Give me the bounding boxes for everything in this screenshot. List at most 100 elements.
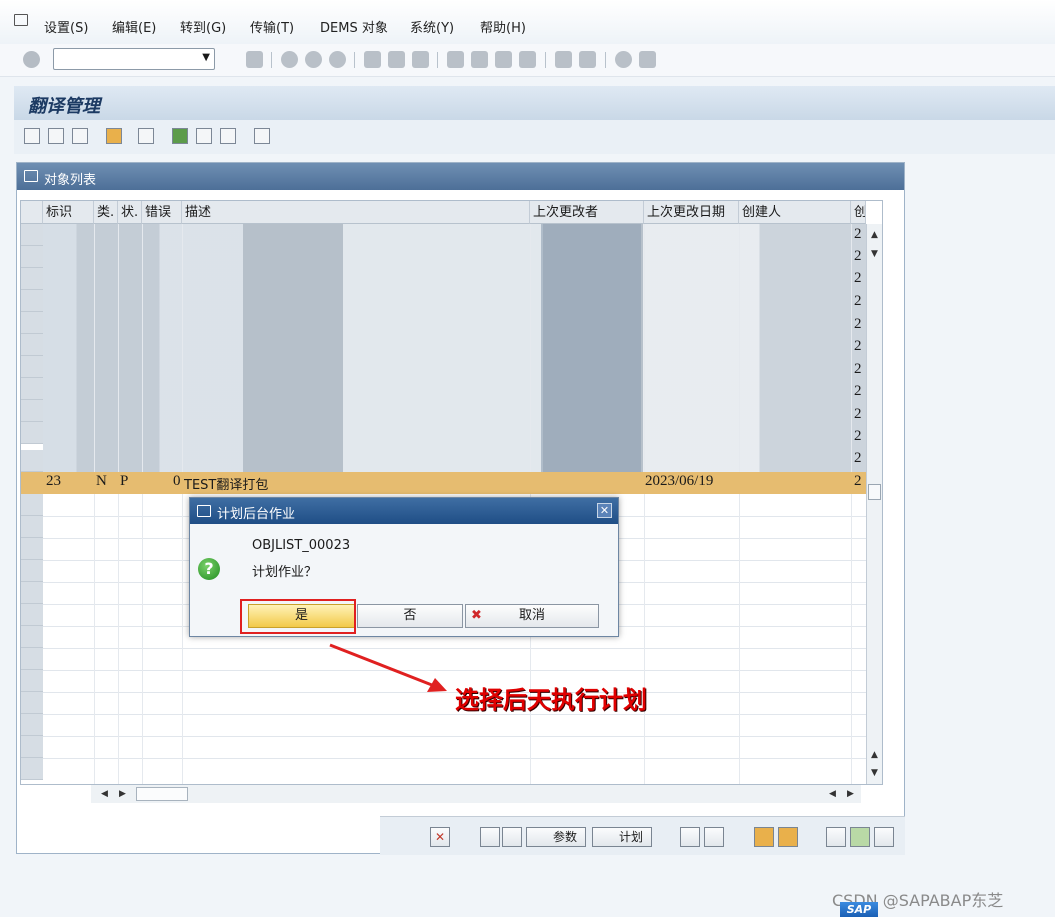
menu-settings[interactable]: 设置(S) (44, 17, 88, 36)
scroll-down-icon[interactable]: ▼ (871, 249, 878, 259)
close-icon[interactable]: ✕ (597, 503, 612, 518)
row-selector[interactable] (21, 246, 43, 268)
column-header-description[interactable]: 描述 (182, 201, 530, 224)
row-selector[interactable] (21, 422, 43, 444)
vertical-scrollbar[interactable]: ▲ ▼ ▲ ▼ (866, 224, 882, 784)
refresh-icon[interactable] (680, 827, 700, 847)
row-selector[interactable] (21, 224, 43, 246)
scroll-thumb[interactable] (136, 787, 188, 801)
find-next-icon[interactable] (412, 51, 429, 68)
row-selector[interactable] (21, 670, 43, 692)
layout-icon[interactable] (172, 128, 188, 144)
row-selector[interactable] (21, 290, 43, 312)
scroll-down-icon[interactable]: ▼ (871, 768, 878, 778)
row-selector[interactable] (21, 648, 43, 670)
delete-icon[interactable] (704, 827, 724, 847)
scroll-up-icon[interactable]: ▲ (871, 750, 878, 760)
cancel-button[interactable]: ✖ 取消 (465, 604, 599, 628)
row-selector[interactable] (21, 494, 43, 516)
row-selector[interactable] (21, 400, 43, 422)
copy-document-icon[interactable] (502, 827, 522, 847)
column-header-changed-on[interactable]: 上次更改日期 (644, 201, 739, 224)
find-icon[interactable] (388, 51, 405, 68)
toolbar-separator (437, 52, 438, 68)
scroll-right-icon[interactable]: ▶ (847, 789, 854, 799)
column-header-errors[interactable]: 错误 (142, 201, 182, 224)
row-selector[interactable] (21, 538, 43, 560)
next-page-icon[interactable] (495, 51, 512, 68)
column-header-created[interactable]: 创 (851, 201, 866, 224)
user-settings-icon[interactable] (220, 128, 236, 144)
row-selector[interactable] (21, 758, 43, 780)
row-selector[interactable] (21, 378, 43, 400)
shortcut-icon[interactable] (579, 51, 596, 68)
cancel-icon[interactable] (329, 51, 346, 68)
row-selector[interactable] (21, 692, 43, 714)
row-selector[interactable] (21, 604, 43, 626)
row-selector[interactable] (21, 582, 43, 604)
menu-dems-object[interactable]: DEMS 对象 (320, 17, 388, 36)
scroll-right-icon[interactable]: ▶ (119, 789, 126, 799)
new-session-icon[interactable] (555, 51, 572, 68)
column-header-status[interactable]: 状. (118, 201, 142, 224)
no-button[interactable]: 否 (357, 604, 463, 628)
horizontal-scrollbar[interactable]: ◀ ▶ ◀ ▶ (91, 785, 861, 803)
display-icon[interactable] (24, 128, 40, 144)
export-icon[interactable] (254, 128, 270, 144)
import-icon[interactable] (874, 827, 894, 847)
menu-transport[interactable]: 传输(T) (250, 17, 294, 36)
scroll-left-icon[interactable]: ◀ (101, 789, 108, 799)
corner-cell[interactable] (21, 201, 43, 224)
filter-icon[interactable] (196, 128, 212, 144)
column-header-type[interactable]: 类. (94, 201, 118, 224)
menu-goto[interactable]: 转到(G) (180, 17, 226, 36)
users-icon[interactable] (138, 128, 154, 144)
cell-errors: 0 (173, 473, 181, 489)
scroll-up-icon[interactable]: ▲ (871, 230, 878, 240)
details-icon[interactable] (48, 128, 64, 144)
menu-system[interactable]: 系统(Y) (410, 17, 454, 36)
row-selector[interactable] (21, 268, 43, 290)
back-icon[interactable] (281, 51, 298, 68)
command-field[interactable]: ▼ (53, 48, 215, 70)
chevron-down-icon[interactable]: ▼ (202, 52, 210, 63)
row-selector[interactable] (21, 736, 43, 758)
save-icon[interactable] (246, 51, 263, 68)
row-selector[interactable] (21, 626, 43, 648)
menu-edit[interactable]: 编辑(E) (112, 17, 156, 36)
menu-help[interactable]: 帮助(H) (480, 17, 526, 36)
settings-icon[interactable] (72, 128, 88, 144)
select-icon[interactable] (826, 827, 846, 847)
new-document-icon[interactable] (480, 827, 500, 847)
cell-created: 2 (854, 316, 862, 332)
transport-folder-icon[interactable] (754, 827, 774, 847)
previous-page-icon[interactable] (471, 51, 488, 68)
row-selector[interactable] (21, 516, 43, 538)
last-page-icon[interactable] (519, 51, 536, 68)
close-button[interactable]: ✕ (430, 827, 450, 847)
column-header-id[interactable]: 标识 (43, 201, 94, 224)
row-selector[interactable] (21, 450, 43, 472)
params-button[interactable]: 参数 (526, 827, 586, 847)
window-menu-icon[interactable] (14, 14, 28, 26)
row-selector[interactable] (21, 312, 43, 334)
schedule-button[interactable]: 计划 (592, 827, 652, 847)
enter-check-icon[interactable] (23, 51, 40, 68)
export-icon[interactable] (850, 827, 870, 847)
selected-table-row[interactable]: 23 N P 0 TEST翻译打包 2023/06/19 2 (21, 472, 876, 494)
row-selector[interactable] (21, 356, 43, 378)
first-page-icon[interactable] (447, 51, 464, 68)
help-icon[interactable] (615, 51, 632, 68)
layout-menu-icon[interactable] (639, 51, 656, 68)
scroll-thumb[interactable] (868, 484, 881, 500)
transport-icon[interactable] (106, 128, 122, 144)
print-icon[interactable] (364, 51, 381, 68)
scroll-left-icon[interactable]: ◀ (829, 789, 836, 799)
row-selector[interactable] (21, 560, 43, 582)
column-header-created-by[interactable]: 创建人 (739, 201, 851, 224)
column-header-changed-by[interactable]: 上次更改者 (530, 201, 644, 224)
row-selector[interactable] (21, 714, 43, 736)
exit-icon[interactable] (305, 51, 322, 68)
package-icon[interactable] (778, 827, 798, 847)
row-selector[interactable] (21, 334, 43, 356)
